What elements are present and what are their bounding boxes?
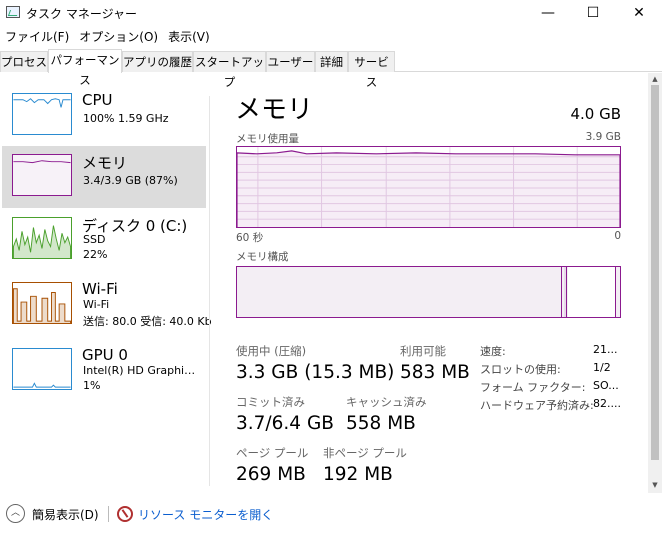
composition-modified [564, 267, 567, 317]
available-label: 利用可能 [400, 344, 446, 358]
composition-label: メモリ構成 [236, 251, 289, 263]
sidebar-sub: Wi-Fi [83, 298, 110, 311]
window-title: タスク マネージャー [26, 7, 137, 21]
memory-total: 4.0 GB [570, 105, 621, 123]
sidebar-sub: 3.4/3.9 GB (87%) [83, 174, 178, 187]
cached-value: 558 MB [346, 413, 416, 434]
menu-view[interactable]: 表示(V) [163, 27, 215, 47]
menu-options[interactable]: オプション(O) [74, 27, 163, 47]
sidebar-sub: SSD [83, 233, 106, 246]
task-manager-icon [6, 6, 20, 18]
fewer-details-button[interactable]: 簡易表示(D) [32, 506, 99, 523]
sidebar-item-disk[interactable]: ディスク 0 (C:) SSD 22% [2, 209, 206, 271]
pane-divider [209, 96, 210, 486]
tab-users[interactable]: ユーザー [266, 51, 315, 72]
sidebar-sub-2: 22% [83, 248, 108, 261]
sidebar-title: GPU 0 [82, 346, 128, 364]
tab-processes[interactable]: プロセス [0, 51, 48, 72]
sidebar-item-memory[interactable]: メモリ 3.4/3.9 GB (87%) [2, 146, 206, 208]
available-value: 583 MB [400, 362, 470, 383]
sidebar-sub-2: 1% [83, 379, 101, 392]
tab-bar: プロセス パフォーマンス アプリの履歴 スタートアップ ユーザー 詳細 サービス [0, 49, 662, 89]
paged-pool-label: ページ プール [236, 446, 309, 460]
in-use-label: 使用中 (圧縮) [236, 344, 307, 358]
maximize-button[interactable]: ☐ [570, 0, 616, 26]
open-resource-monitor-link[interactable]: リソース モニターを開く [138, 506, 273, 523]
resource-sidebar: CPU 100% 1.59 GHz メモリ 3.4/3.9 GB (87%) デ… [0, 85, 212, 485]
nonpaged-pool-label: 非ページ プール [323, 446, 407, 460]
memory-thumbnail-graph [12, 154, 72, 196]
nonpaged-pool-value: 192 MB [323, 464, 393, 485]
sidebar-title: Wi-Fi [82, 280, 118, 298]
memory-composition-bar [236, 266, 621, 318]
sidebar-sub: Intel(R) HD Graphi… [83, 364, 196, 377]
composition-standby [568, 267, 616, 317]
chevron-up-icon[interactable]: ︿ [6, 504, 25, 523]
wifi-thumbnail-graph [12, 282, 72, 324]
cpu-thumbnail-graph [12, 93, 72, 135]
tab-performance[interactable]: パフォーマンス [48, 49, 122, 87]
sidebar-title: CPU [82, 91, 113, 109]
in-use-value: 3.3 GB (15.3 MB) [236, 362, 395, 383]
paged-pool-value: 269 MB [236, 464, 306, 485]
footer-divider [108, 506, 109, 522]
tab-details[interactable]: 詳細 [315, 51, 348, 72]
sidebar-title: メモリ [82, 154, 128, 172]
sidebar-sub-2: 送信: 80.0 受信: 40.0 Kb [83, 315, 212, 328]
tab-app-history[interactable]: アプリの履歴 [122, 51, 193, 72]
close-button[interactable]: ✕ [616, 0, 662, 26]
title-bar: タスク マネージャー — ☐ ✕ [0, 0, 662, 26]
usage-graph-label: メモリ使用量 [236, 133, 299, 145]
page-title: メモリ [235, 95, 314, 125]
committed-label: コミット済み [236, 395, 305, 409]
minimize-button[interactable]: — [525, 0, 571, 26]
gpu-thumbnail-graph [12, 348, 72, 390]
speed-label: 速度: [480, 345, 506, 358]
menu-bar: ファイル(F) オプション(O) 表示(V) [0, 27, 215, 47]
hardware-reserved-value: 82.... [593, 397, 621, 410]
committed-value: 3.7/6.4 GB [236, 413, 334, 434]
memory-usage-graph [236, 146, 621, 228]
menu-file[interactable]: ファイル(F) [0, 27, 74, 47]
tab-services[interactable]: サービス [348, 51, 395, 89]
sidebar-item-wifi[interactable]: Wi-Fi Wi-Fi 送信: 80.0 受信: 40.0 Kb [2, 274, 212, 336]
slots-label: スロットの使用: [480, 363, 561, 376]
sidebar-sub: 100% 1.59 GHz [83, 112, 169, 125]
sidebar-item-cpu[interactable]: CPU 100% 1.59 GHz [2, 85, 206, 147]
cached-label: キャッシュ済み [346, 395, 427, 409]
resource-monitor-icon[interactable] [117, 506, 133, 522]
tab-startup[interactable]: スタートアップ [193, 51, 266, 89]
form-factor-label: フォーム ファクター: [480, 381, 586, 394]
footer-bar: ︿ 簡易表示(D) リソース モニターを開く [0, 495, 662, 535]
sidebar-item-gpu[interactable]: GPU 0 Intel(R) HD Graphi… 1% [2, 340, 206, 402]
speed-value: 21... [593, 343, 618, 356]
slots-value: 1/2 [593, 361, 611, 374]
scrollbar-thumb[interactable] [651, 85, 659, 460]
time-axis-label: 60 秒 [236, 232, 264, 244]
disk-thumbnail-graph [12, 217, 72, 259]
hardware-reserved-label: ハードウェア予約済み: [480, 399, 594, 412]
composition-in-use [237, 267, 562, 317]
form-factor-value: SO... [593, 379, 619, 392]
time-axis-zero: 0 [614, 230, 621, 242]
scroll-up-arrow-icon[interactable]: ▲ [648, 73, 662, 85]
scroll-down-arrow-icon[interactable]: ▼ [648, 479, 662, 491]
usage-graph-max: 3.9 GB [585, 131, 621, 143]
